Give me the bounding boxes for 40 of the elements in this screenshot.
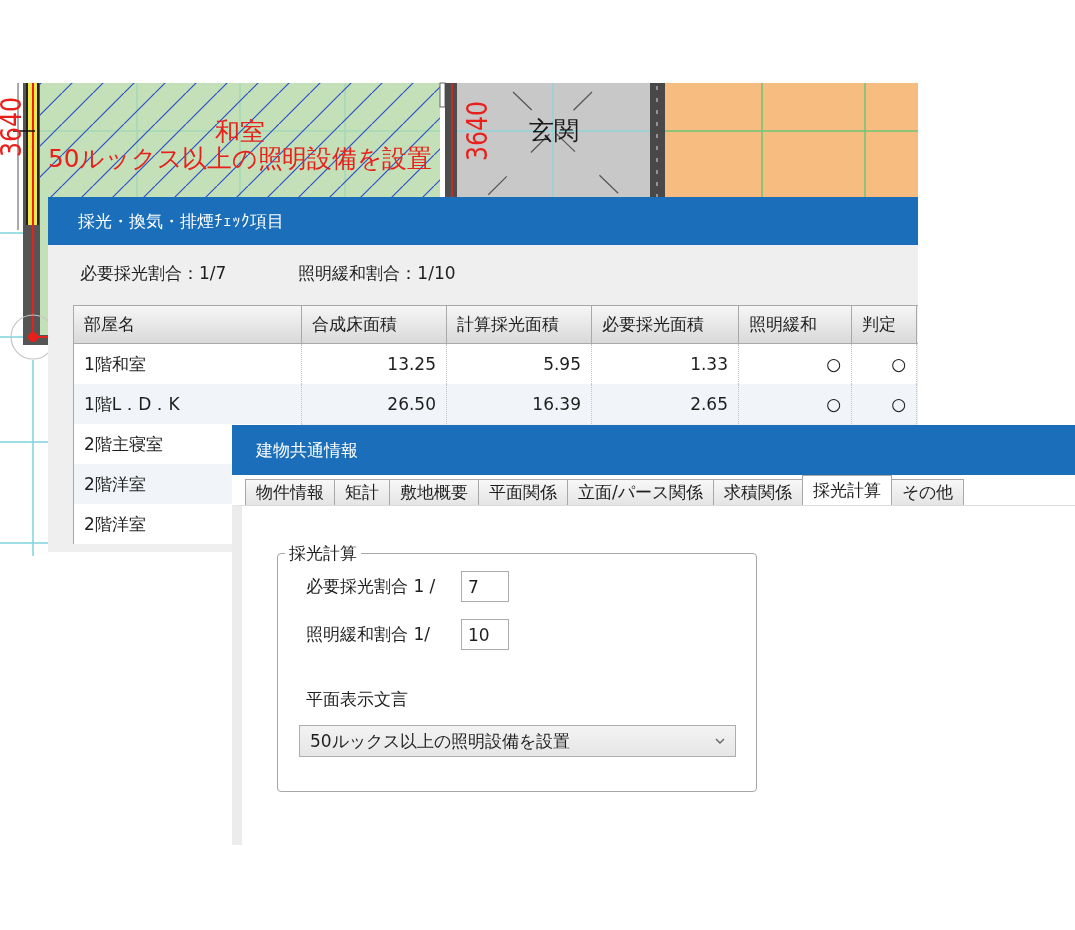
table-cell: 5.95 (447, 344, 592, 384)
table-cell: ○ (852, 344, 917, 384)
table-cell: 2.65 (592, 384, 739, 424)
table-cell: 13.25 (302, 344, 447, 384)
ratio-label: 必要採光割合：1/7 (80, 261, 227, 285)
table-cell: 26.50 (302, 384, 447, 424)
table-cell: 1.33 (592, 344, 739, 384)
table-cell: 16.39 (447, 384, 592, 424)
room-label: 和室 (215, 116, 265, 146)
column-header: 合成床面積 (302, 306, 447, 343)
window-title: 採光・換気・排煙ﾁｪｯｸ項目 (78, 209, 284, 233)
dimension-label: 3640 (0, 85, 28, 157)
field-label: 必要採光割合 1 / (306, 575, 437, 598)
ratio-label: 照明緩和割合：1/10 (298, 261, 456, 285)
table-cell: ○ (739, 384, 852, 424)
column-header: 必要採光面積 (592, 306, 739, 343)
table-cell: 1階和室 (74, 344, 302, 384)
tab[interactable]: 立面/パース関係 (567, 479, 714, 505)
input-field[interactable]: 7 (461, 571, 509, 602)
input-field[interactable]: 10 (461, 619, 509, 650)
dimension-label: 3640 (460, 89, 494, 161)
column-header: 照明緩和 (739, 306, 852, 343)
tab[interactable]: 求積関係 (712, 479, 803, 505)
chevron-down-icon (715, 738, 725, 744)
tab[interactable]: 矩計 (334, 479, 390, 505)
room-label: 玄関 (528, 115, 579, 145)
column-header: 計算採光面積 (447, 306, 592, 343)
field-label: 平面表示文言 (306, 688, 408, 711)
tab[interactable]: 平面関係 (478, 479, 568, 505)
column-header: 部屋名 (74, 306, 302, 343)
tab[interactable]: 敷地概要 (389, 479, 479, 505)
table-cell: ○ (739, 344, 852, 384)
table-cell: 1階L．D．K (74, 384, 302, 424)
table-cell: ○ (852, 384, 917, 424)
dropdown[interactable]: 50ルックス以上の照明設備を設置 (299, 725, 736, 757)
field-label: 照明緩和割合 1/ (306, 623, 431, 646)
tab[interactable]: その他 (890, 479, 964, 505)
column-header: 判定 (852, 306, 917, 343)
group-title: 採光計算 (288, 542, 358, 565)
tab[interactable]: 物件情報 (245, 479, 335, 505)
